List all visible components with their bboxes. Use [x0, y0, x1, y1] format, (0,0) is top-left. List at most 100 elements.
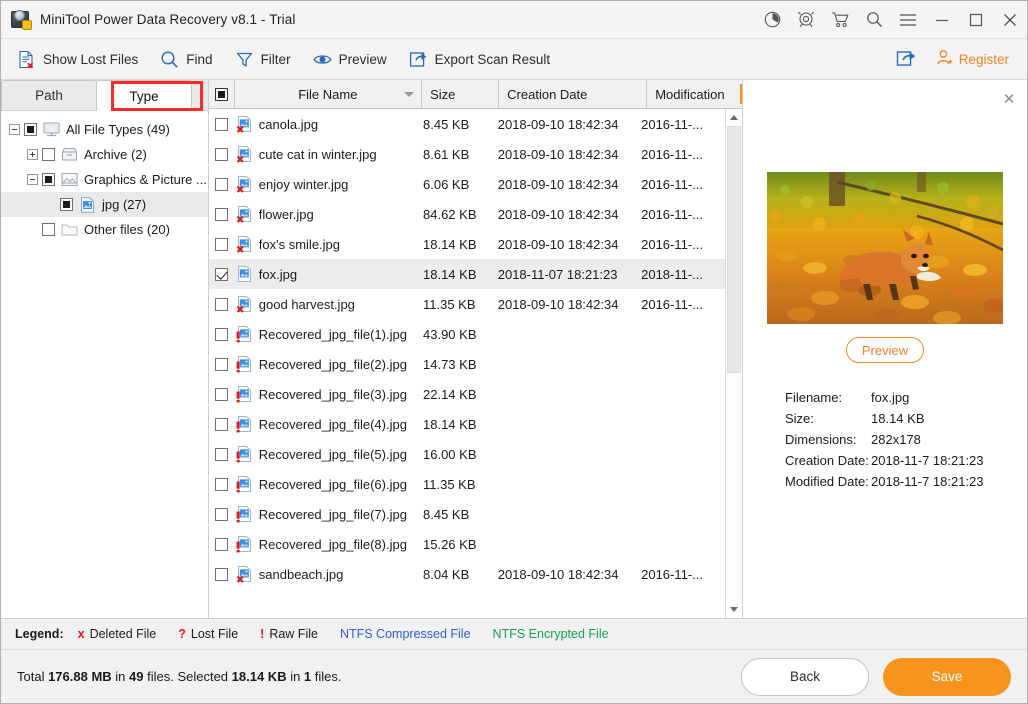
row-checkbox-cell[interactable]	[209, 567, 234, 581]
tree-checkbox[interactable]	[60, 198, 73, 211]
save-button[interactable]: Save	[883, 657, 1011, 696]
column-header-file-name[interactable]: File Name	[235, 80, 423, 108]
tab-type[interactable]: Type	[96, 80, 192, 111]
row-checkbox[interactable]	[214, 417, 228, 431]
export-scan-result-button[interactable]: Export Scan Result	[403, 46, 561, 73]
row-checkbox[interactable]	[214, 297, 228, 311]
row-checkbox[interactable]	[214, 237, 228, 251]
select-all-checkbox[interactable]	[214, 87, 228, 101]
row-checkbox[interactable]	[214, 387, 228, 401]
table-row[interactable]: fox.jpg 18.14 KB 2018-11-07 18:21:23 2018-1…	[209, 259, 725, 289]
select-all-header-cell[interactable]	[209, 80, 235, 108]
table-row[interactable]: enjoy winter.jpg 6.06 KB 2018-09-10 18:42:…	[209, 169, 725, 199]
back-button[interactable]: Back	[741, 657, 869, 696]
row-checkbox-cell[interactable]	[209, 327, 234, 341]
row-checkbox[interactable]	[214, 507, 228, 521]
row-checkbox-cell[interactable]	[209, 357, 234, 371]
minimize-icon[interactable]	[925, 1, 959, 39]
tree-item-archive-2[interactable]: Archive (2)	[1, 142, 208, 167]
shopping-cart-icon[interactable]	[823, 1, 857, 39]
row-checkbox[interactable]	[214, 117, 228, 131]
table-row[interactable]: Recovered_jpg_file(2).jpg 14.73 KB	[209, 349, 725, 379]
register-button[interactable]: Register	[928, 45, 1017, 73]
sort-descending-icon[interactable]	[404, 92, 415, 97]
row-checkbox-cell[interactable]	[209, 117, 234, 131]
maximize-icon[interactable]	[959, 1, 993, 39]
scroll-down-button[interactable]	[726, 601, 742, 618]
preview-open-button[interactable]: Preview	[846, 337, 924, 363]
row-checkbox-cell[interactable]	[209, 387, 234, 401]
table-row[interactable]: flower.jpg 84.62 KB 2018-09-10 18:42:34 201…	[209, 199, 725, 229]
column-header-creation-date[interactable]: Creation Date	[499, 80, 648, 108]
table-row[interactable]: Recovered_jpg_file(8).jpg 15.26 KB	[209, 529, 725, 559]
preview-button[interactable]: Preview	[307, 46, 397, 73]
collapse-toggle-icon[interactable]	[27, 174, 38, 185]
cell-modification-date: 2018-11-...	[641, 266, 704, 282]
table-row[interactable]: Recovered_jpg_file(5).jpg 16.00 KB	[209, 439, 725, 469]
row-checkbox[interactable]	[214, 267, 228, 281]
tree-item-other-files-20[interactable]: Other files (20)	[1, 217, 208, 242]
table-row[interactable]: Recovered_jpg_file(7).jpg 8.45 KB	[209, 499, 725, 529]
tree-checkbox[interactable]	[24, 123, 37, 136]
row-checkbox[interactable]	[214, 327, 228, 341]
filter-button[interactable]: Filter	[229, 46, 301, 73]
tree-item-all-file-types-49[interactable]: All File Types (49)	[1, 117, 208, 142]
column-header-modification-date[interactable]: Modification	[647, 80, 742, 108]
row-checkbox-cell[interactable]	[209, 207, 234, 221]
table-row[interactable]: Recovered_jpg_file(3).jpg 22.14 KB	[209, 379, 725, 409]
hamburger-menu-icon[interactable]	[891, 1, 925, 39]
magnifier-icon[interactable]	[857, 1, 891, 39]
share-export-icon[interactable]	[896, 49, 918, 69]
table-row[interactable]: Recovered_jpg_file(1).jpg 43.90 KB	[209, 319, 725, 349]
row-checkbox[interactable]	[214, 357, 228, 371]
table-row[interactable]: Recovered_jpg_file(6).jpg 11.35 KB	[209, 469, 725, 499]
row-checkbox-cell[interactable]	[209, 267, 234, 281]
tree-checkbox[interactable]	[42, 223, 55, 236]
expand-toggle-icon[interactable]	[27, 149, 38, 160]
row-checkbox[interactable]	[214, 177, 228, 191]
row-checkbox[interactable]	[214, 447, 228, 461]
disc-icon[interactable]	[755, 1, 789, 39]
row-checkbox[interactable]	[214, 537, 228, 551]
tab-path-label: Path	[35, 88, 63, 103]
tree-item-graphics-picture[interactable]: Graphics & Picture ...	[1, 167, 208, 192]
collapse-toggle-icon[interactable]	[9, 124, 20, 135]
row-checkbox-cell[interactable]	[209, 507, 234, 521]
row-checkbox-cell[interactable]	[209, 417, 234, 431]
tab-path[interactable]: Path	[1, 80, 97, 110]
file-list-scrollbar[interactable]	[725, 109, 742, 618]
row-checkbox-cell[interactable]	[209, 177, 234, 191]
row-checkbox[interactable]	[214, 207, 228, 221]
row-checkbox-cell[interactable]	[209, 297, 234, 311]
legend-title: Legend:	[15, 627, 64, 641]
table-row[interactable]: cute cat in winter.jpg 8.61 KB 2018-09-10 …	[209, 139, 725, 169]
table-row[interactable]: Recovered_jpg_file(4).jpg 18.14 KB	[209, 409, 725, 439]
column-header-size[interactable]: Size	[422, 80, 500, 108]
row-checkbox-cell[interactable]	[209, 147, 234, 161]
export-icon	[409, 50, 428, 69]
close-icon[interactable]	[993, 1, 1027, 39]
row-checkbox-cell[interactable]	[209, 237, 234, 251]
table-row[interactable]: fox's smile.jpg 18.14 KB 2018-09-10 18:42:…	[209, 229, 725, 259]
show-lost-files-button[interactable]: Show Lost Files	[11, 46, 148, 73]
row-checkbox[interactable]	[214, 147, 228, 161]
row-checkbox[interactable]	[214, 567, 228, 581]
scroll-up-button[interactable]	[726, 109, 742, 126]
table-row[interactable]: sandbeach.jpg 8.04 KB 2018-09-10 18:42:34 2…	[209, 559, 725, 589]
table-row[interactable]: canola.jpg 8.45 KB 2018-09-10 18:42:34 2016…	[209, 109, 725, 139]
tree-checkbox[interactable]	[42, 148, 55, 161]
cell-size: 18.14 KB	[423, 236, 477, 252]
scrollbar-track[interactable]	[726, 126, 742, 601]
table-row[interactable]: good harvest.jpg 11.35 KB 2018-09-10 18:42…	[209, 289, 725, 319]
row-checkbox-cell[interactable]	[209, 537, 234, 551]
preview-close-icon[interactable]: ✕	[1001, 92, 1017, 108]
tree-checkbox[interactable]	[42, 173, 55, 186]
tree-item-jpg-27[interactable]: jpg (27)	[1, 192, 208, 217]
find-button[interactable]: Find	[154, 46, 222, 73]
scrollbar-thumb[interactable]	[727, 126, 741, 373]
preview-meta-key: Creation Date:	[785, 453, 869, 468]
row-checkbox[interactable]	[214, 477, 228, 491]
row-checkbox-cell[interactable]	[209, 447, 234, 461]
row-checkbox-cell[interactable]	[209, 477, 234, 491]
support-headset-icon[interactable]	[789, 1, 823, 39]
